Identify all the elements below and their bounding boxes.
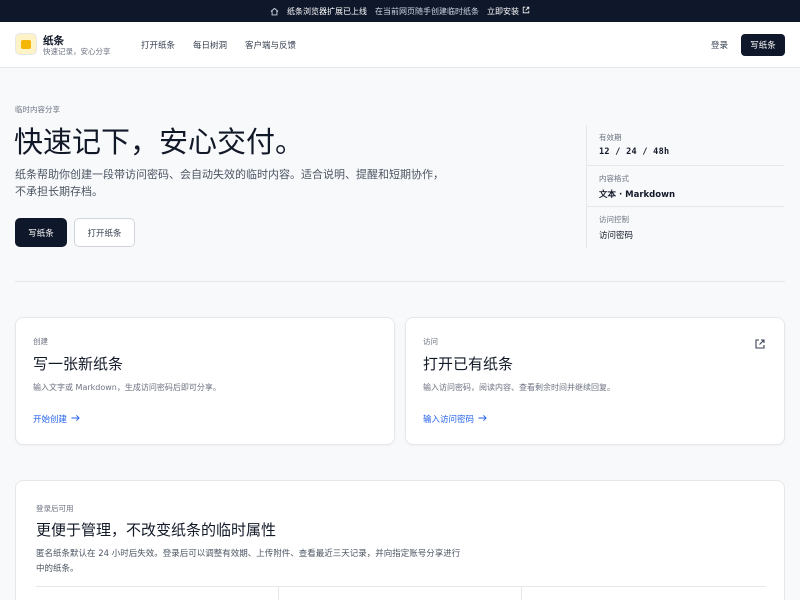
features-summary: 有效期 12 / 24 / 48h 内容格式 文本 · Markdown 访问控… [586,125,784,248]
open-note-card[interactable]: 访问 打开已有纸条 输入访问密码，阅读内容、查看剩余时间并继续回复。 输入访问密… [405,317,785,445]
announcement-banner: 纸条浏览器扩展已上线 在当前网页随手创建临时纸条 立即安装 [0,0,800,22]
start-create-link[interactable]: 开始创建 [33,413,80,425]
nav-daily-treehole[interactable]: 每日树洞 [193,39,227,51]
card-description: 输入访问密码，阅读内容、查看剩余时间并继续回复。 [423,383,615,392]
link-label: 输入访问密码 [423,415,475,425]
card-title: 写一张新纸条 [33,355,124,373]
section-divider [15,281,785,282]
hero-eyebrow: 临时内容分享 [15,105,60,114]
banner-subtitle: 在当前网页随手创建临时纸条 [375,6,479,16]
fact-value: 12 / 24 / 48h [599,147,670,157]
login-link[interactable]: 登录 [711,39,728,51]
brand-tagline: 快速记录，安心分享 [43,47,111,56]
column-divider [521,587,522,600]
install-extension-link[interactable]: 立即安装 [487,6,530,17]
nav-open-note[interactable]: 打开纸条 [141,39,175,51]
fact-value: 访问密码 [599,231,634,241]
section-eyebrow: 登录后可用 [36,504,74,513]
fact-label: 内容格式 [599,174,629,183]
enter-password-link[interactable]: 输入访问密码 [423,413,487,425]
nav-client-feedback[interactable]: 客户端与反馈 [245,39,296,51]
external-link-icon [522,6,530,16]
card-eyebrow: 创建 [33,337,48,346]
fact-label: 有效期 [599,133,622,142]
site-header: 纸条 快速记录，安心分享 打开纸条 每日树洞 客户端与反馈 登录 写纸条 [0,22,800,68]
external-link-icon[interactable] [754,335,766,349]
account-features-section: 登录后可用 更便于管理，不改变纸条的临时属性 匿名纸条默认在 24 小时后失效。… [15,480,785,600]
banner-title: 纸条浏览器扩展已上线 [287,6,367,16]
link-label: 开始创建 [33,415,68,425]
hero-open-button[interactable]: 打开纸条 [74,218,135,247]
section-separator [36,586,766,587]
main-nav: 打开纸条 每日树洞 客户端与反馈 [141,39,296,51]
create-note-card[interactable]: 创建 写一张新纸条 输入文字或 Markdown，生成访问密码后即可分享。 开始… [15,317,395,445]
home-icon [270,7,279,16]
column-divider [278,587,279,600]
write-note-button[interactable]: 写纸条 [741,34,785,56]
fact-format: 内容格式 文本 · Markdown [587,166,784,207]
hero-title: 快速记下，安心交付。 [14,125,305,159]
fact-access: 访问控制 访问密码 [587,207,784,248]
fact-value: 文本 · Markdown [599,190,676,200]
card-eyebrow: 访问 [423,337,438,346]
card-description: 输入文字或 Markdown，生成访问密码后即可分享。 [33,383,221,392]
arrow-right-icon [71,414,80,425]
hero-description: 纸条帮助你创建一段带访问密码、会自动失效的临时内容。适合说明、提醒和短期协作，不… [15,168,444,198]
section-description: 匿名纸条默认在 24 小时后失效。登录后可以调整有效期、上传附件、查看最近三天记… [36,549,461,574]
card-title: 打开已有纸条 [423,355,514,373]
hero-write-button[interactable]: 写纸条 [15,218,67,247]
fact-validity: 有效期 12 / 24 / 48h [587,125,784,166]
arrow-right-icon [478,414,487,425]
logo-icon[interactable] [15,33,37,55]
install-link-label: 立即安装 [487,6,519,16]
section-title: 更便于管理，不改变纸条的临时属性 [36,521,277,539]
fact-label: 访问控制 [599,215,629,224]
